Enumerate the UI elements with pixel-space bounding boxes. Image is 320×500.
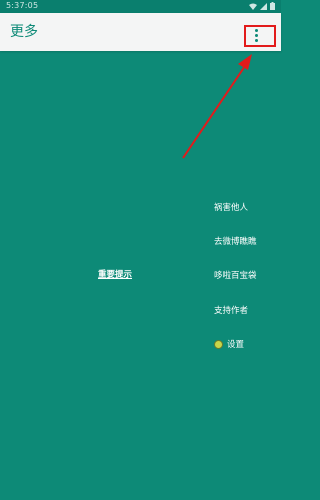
page-title: 更多 — [10, 24, 38, 40]
battery-icon — [270, 2, 275, 10]
app-bar: 更多 — [0, 13, 281, 51]
more-vert-icon — [254, 28, 258, 42]
important-notice-link[interactable]: 重要提示 — [98, 268, 132, 280]
settings-label: 设置 — [227, 340, 245, 350]
settings-icon — [214, 339, 223, 349]
annotation-arrow — [182, 54, 252, 159]
status-bar: 5:37:05 — [0, 0, 281, 13]
status-icons — [249, 2, 275, 10]
status-time: 5:37:05 — [6, 1, 39, 10]
menu-item-settings[interactable]: 设置 — [214, 338, 244, 350]
wifi-icon — [249, 3, 257, 10]
menu-item-doraemon-pocket[interactable]: 哆啦百宝袋 — [214, 269, 257, 281]
overflow-menu-button[interactable] — [246, 24, 266, 46]
menu-item-harm-others[interactable]: 祸害他人 — [214, 201, 248, 213]
signal-icon — [260, 2, 267, 10]
menu-item-support-author[interactable]: 支持作者 — [214, 304, 248, 316]
menu-item-visit-weibo[interactable]: 去微博瞧瞧 — [214, 235, 257, 247]
